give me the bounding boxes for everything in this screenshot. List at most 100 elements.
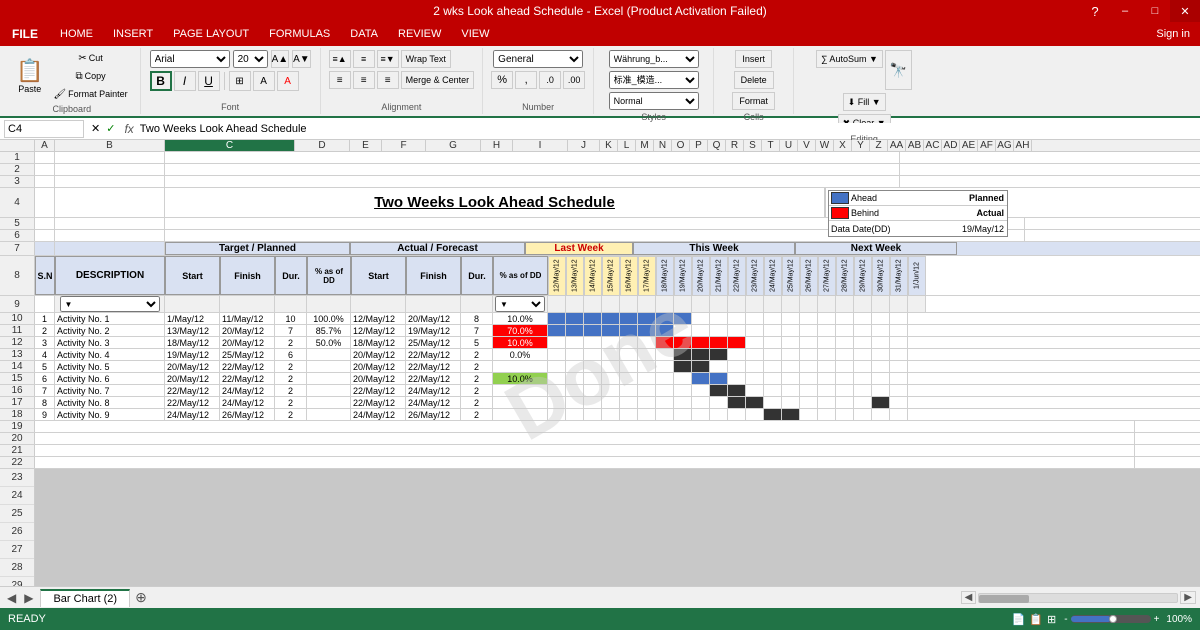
cell-I15[interactable]: 2 [461,373,493,384]
cell-E11[interactable]: 7 [275,325,307,336]
col-D[interactable]: D [295,140,350,151]
cell-H18[interactable]: 26/May/12 [406,409,461,420]
cell-J12[interactable]: 10.0% [493,337,548,348]
normal-style-select[interactable]: Normal [609,92,699,110]
cell-B6[interactable] [55,230,165,241]
cell-E12[interactable]: 2 [275,337,307,348]
close-btn[interactable]: ✕ [1170,0,1200,22]
cell-I12[interactable]: 5 [461,337,493,348]
cell-C3-merged[interactable] [165,176,900,187]
cell-A16[interactable]: 7 [35,385,55,396]
cell-J16[interactable] [493,385,548,396]
col-I[interactable]: I [513,140,568,151]
sign-in[interactable]: Sign in [1156,28,1200,40]
col-T[interactable]: T [762,140,780,151]
comma-btn[interactable]: , [515,71,537,89]
cell-C11[interactable]: 13/May/12 [165,325,220,336]
cell-F11[interactable]: 85.7% [307,325,351,336]
merge-center-btn[interactable]: Merge & Center [401,71,475,89]
cell-G13[interactable]: 20/May/12 [351,349,406,360]
pagelayout-view-btn[interactable]: 📋 [1029,613,1043,626]
cell-A1[interactable] [35,152,55,163]
cell-I10[interactable]: 8 [461,313,493,324]
col-Q[interactable]: Q [708,140,726,151]
cell-E14[interactable]: 2 [275,361,307,372]
cell-H13[interactable]: 22/May/12 [406,349,461,360]
col-AG[interactable]: AG [996,140,1014,151]
cell-A5[interactable] [35,218,55,229]
align-top-btn[interactable]: ≡▲ [329,50,351,68]
cut-btn[interactable]: ✂Cut [49,50,131,66]
add-sheet-btn[interactable]: ⊕ [130,589,152,607]
cell-J10[interactable]: 10.0% [493,313,548,324]
cell-A14[interactable]: 5 [35,361,55,372]
filter-select-J[interactable]: ▼ [495,296,545,312]
filter-E9[interactable] [275,296,307,312]
cell-B3[interactable] [55,176,165,187]
filter-C9[interactable] [165,296,220,312]
cell-D18[interactable]: 26/May/12 [220,409,275,420]
scroll-left-btn[interactable]: ◀ [961,591,977,604]
spreadsheet-title[interactable]: Two Weeks Look Ahead Schedule [165,188,825,217]
view-menu[interactable]: VIEW [451,22,499,46]
col-Y[interactable]: Y [852,140,870,151]
cell-B5[interactable] [55,218,165,229]
cell-F16[interactable] [307,385,351,396]
cell-C10[interactable]: 1/May/12 [165,313,220,324]
cell-B1[interactable] [55,152,165,163]
increase-decimal-btn[interactable]: .00 [563,71,585,89]
insert-menu[interactable]: INSERT [103,22,163,46]
cell-E18[interactable]: 2 [275,409,307,420]
cell-G14[interactable]: 20/May/12 [351,361,406,372]
cell-B7[interactable] [55,242,165,255]
minimize-btn[interactable]: – [1110,0,1140,22]
file-menu[interactable]: FILE [0,22,50,46]
font-color-btn[interactable]: A [277,71,299,91]
cell-E15[interactable]: 2 [275,373,307,384]
filter-F9[interactable] [307,296,351,312]
review-menu[interactable]: REVIEW [388,22,451,46]
help-btn[interactable]: ? [1080,0,1110,22]
cell-G15[interactable]: 20/May/12 [351,373,406,384]
cell-C18[interactable]: 24/May/12 [165,409,220,420]
autosum-btn[interactable]: ∑ AutoSum ▼ [816,50,883,68]
filter-I9[interactable] [461,296,493,312]
col-O[interactable]: O [672,140,690,151]
binoculars-btn[interactable]: 🔭 [885,50,912,90]
cell-H17[interactable]: 24/May/12 [406,397,461,408]
format-btn[interactable]: Format [732,92,775,110]
filter-select-B[interactable]: ▼ [60,296,160,312]
col-L[interactable]: L [618,140,636,151]
col-M[interactable]: M [636,140,654,151]
cell-F13[interactable] [307,349,351,360]
window-controls[interactable]: ? – □ ✕ [1080,0,1200,22]
cell-A6[interactable] [35,230,55,241]
zoom-in-btn[interactable]: + [1154,614,1160,625]
cell-G11[interactable]: 12/May/12 [351,325,406,336]
cell-B12[interactable]: Activity No. 3 [55,337,165,348]
copy-btn[interactable]: ⧉Copy [49,68,131,84]
filter-G9[interactable] [351,296,406,312]
cell-A12[interactable]: 3 [35,337,55,348]
col-J[interactable]: J [568,140,600,151]
cell-C14[interactable]: 20/May/12 [165,361,220,372]
cell-F17[interactable] [307,397,351,408]
col-Z[interactable]: Z [870,140,888,151]
col-AC[interactable]: AC [924,140,942,151]
cell-reference[interactable] [4,120,84,138]
cell-E10[interactable]: 10 [275,313,307,324]
col-C[interactable]: C [165,140,295,151]
italic-btn[interactable]: I [174,71,196,91]
next-sheet-btn[interactable]: ▶ [21,591,36,605]
cell-B10[interactable]: Activity No. 1 [55,313,165,324]
cell-G18[interactable]: 24/May/12 [351,409,406,420]
cell-A10[interactable]: 1 [35,313,55,324]
maximize-btn[interactable]: □ [1140,0,1170,22]
cell-B13[interactable]: Activity No. 4 [55,349,165,360]
cell-D15[interactable]: 22/May/12 [220,373,275,384]
cell-J15[interactable]: 10.0% [493,373,548,384]
cell-I18[interactable]: 2 [461,409,493,420]
cell-B18[interactable]: Activity No. 9 [55,409,165,420]
cell-H11[interactable]: 19/May/12 [406,325,461,336]
border-btn[interactable]: ⊞ [229,71,251,91]
